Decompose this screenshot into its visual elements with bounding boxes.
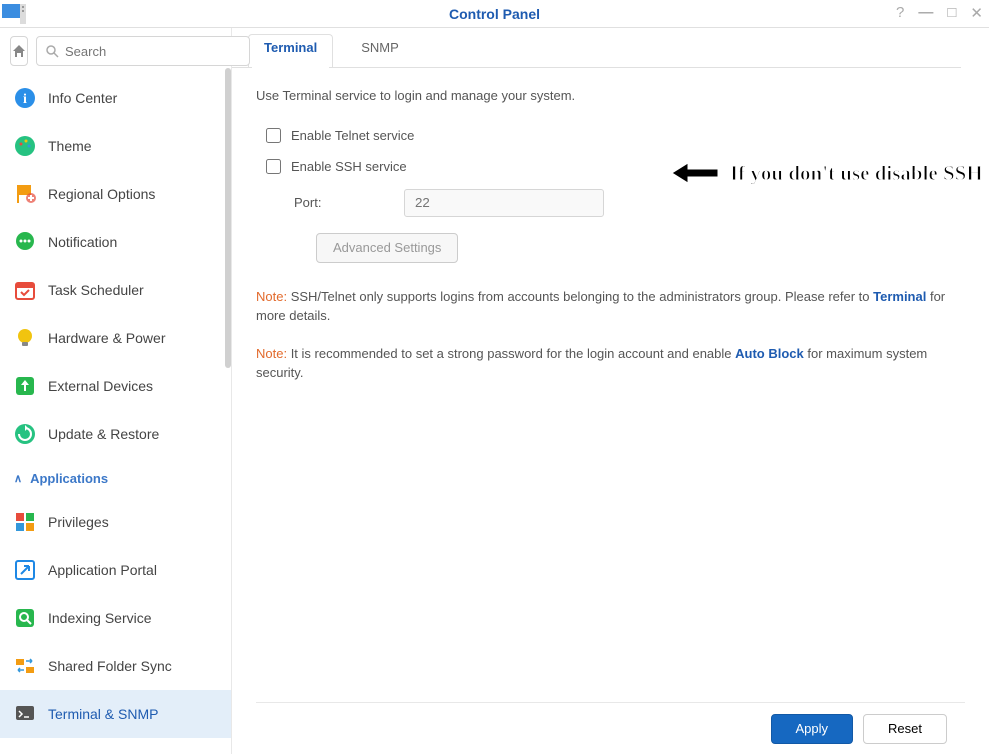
sidebar-section-applications[interactable]: ∧ Applications [0, 458, 231, 498]
ssh-checkbox[interactable] [266, 159, 281, 174]
sidebar-item-label: Update & Restore [48, 426, 159, 442]
sync-icon [14, 655, 36, 677]
info-icon: i [14, 87, 36, 109]
home-icon [11, 43, 27, 59]
titlebar: Control Panel ? — □ ✕ [0, 0, 989, 28]
sidebar-item-label: Info Center [48, 90, 117, 106]
sidebar-section-label: Applications [30, 471, 108, 486]
palette-icon [14, 135, 36, 157]
note-text: It is recommended to set a strong passwo… [287, 346, 735, 361]
sidebar-item-label: Application Portal [48, 562, 157, 578]
apply-button[interactable]: Apply [771, 714, 854, 744]
svg-text:i: i [23, 92, 27, 107]
sidebar-item-regional[interactable]: Regional Options [0, 170, 231, 218]
grid-icon [14, 511, 36, 533]
app-icon [2, 2, 38, 26]
sidebar-item-label: External Devices [48, 378, 153, 394]
sidebar-item-hardware[interactable]: Hardware & Power [0, 314, 231, 362]
annotation-text: If you don't use disable SSH service [730, 161, 989, 186]
sidebar-item-label: Theme [48, 138, 92, 154]
sidebar-item-terminal-snmp[interactable]: Terminal & SNMP [0, 690, 231, 738]
sidebar-item-label: Hardware & Power [48, 330, 166, 346]
sidebar-item-label: Terminal & SNMP [48, 706, 158, 722]
upload-icon [14, 375, 36, 397]
scrollbar[interactable] [225, 68, 231, 368]
window-title: Control Panel [0, 6, 989, 22]
minimize-icon[interactable]: — [918, 4, 933, 22]
intro-text: Use Terminal service to login and manage… [256, 86, 965, 106]
footer-bar: Apply Reset [256, 702, 965, 754]
sidebar-item-shared-sync[interactable]: Shared Folder Sync [0, 642, 231, 690]
content-pane: Terminal SNMP Use Terminal service to lo… [232, 28, 989, 754]
tab-bar: Terminal SNMP [232, 28, 961, 68]
sidebar-item-label: Privileges [48, 514, 109, 530]
home-button[interactable] [10, 36, 28, 66]
help-icon[interactable]: ? [896, 4, 904, 22]
flag-icon [14, 183, 36, 205]
sidebar-item-app-portal[interactable]: Application Portal [0, 546, 231, 594]
sidebar-item-label: Task Scheduler [48, 282, 144, 298]
tab-snmp[interactable]: SNMP [339, 28, 421, 67]
port-input[interactable] [404, 189, 604, 217]
note-label: Note: [256, 346, 287, 361]
portal-icon [14, 559, 36, 581]
note-label: Note: [256, 289, 287, 304]
telnet-label: Enable Telnet service [291, 126, 414, 146]
close-icon[interactable]: ✕ [970, 4, 983, 22]
search-input[interactable] [65, 44, 241, 59]
bulb-icon [14, 327, 36, 349]
note-text: SSH/Telnet only supports logins from acc… [287, 289, 873, 304]
sidebar-item-info-center[interactable]: i Info Center [0, 74, 231, 122]
ssh-label: Enable SSH service [291, 157, 407, 177]
sidebar-item-label: Indexing Service [48, 610, 152, 626]
sidebar-item-privileges[interactable]: Privileges [0, 498, 231, 546]
sidebar-item-label: Regional Options [48, 186, 155, 202]
sidebar-item-task-scheduler[interactable]: Task Scheduler [0, 266, 231, 314]
annotation-arrow-1: If you don't use disable SSH service [670, 159, 989, 187]
search-icon [45, 44, 59, 58]
note-2: Note: It is recommended to set a strong … [256, 344, 965, 383]
telnet-checkbox[interactable] [266, 128, 281, 143]
telnet-row: Enable Telnet service [256, 120, 965, 152]
chevron-up-icon: ∧ [14, 472, 22, 485]
sidebar-item-external-devices[interactable]: External Devices [0, 362, 231, 410]
calendar-icon [14, 279, 36, 301]
sidebar-item-label: Notification [48, 234, 117, 250]
port-label: Port: [294, 193, 384, 213]
auto-block-link[interactable]: Auto Block [735, 346, 804, 361]
sidebar-item-theme[interactable]: Theme [0, 122, 231, 170]
terminal-link[interactable]: Terminal [873, 289, 926, 304]
refresh-icon [14, 423, 36, 445]
search-box[interactable] [36, 36, 250, 66]
sidebar-item-update-restore[interactable]: Update & Restore [0, 410, 231, 458]
sidebar: i Info Center Theme Regional Options Not… [0, 28, 232, 754]
sidebar-item-notification[interactable]: Notification [0, 218, 231, 266]
sidebar-item-label: Shared Folder Sync [48, 658, 172, 674]
maximize-icon[interactable]: □ [947, 4, 956, 22]
reset-button[interactable]: Reset [863, 714, 947, 744]
advanced-settings-button[interactable]: Advanced Settings [316, 233, 458, 263]
note-1: Note: SSH/Telnet only supports logins fr… [256, 287, 965, 326]
chat-icon [14, 231, 36, 253]
terminal-icon [14, 703, 36, 725]
sidebar-item-indexing[interactable]: Indexing Service [0, 594, 231, 642]
tab-terminal[interactable]: Terminal [242, 28, 339, 67]
search-file-icon [14, 607, 36, 629]
port-row: Port: [256, 183, 965, 223]
